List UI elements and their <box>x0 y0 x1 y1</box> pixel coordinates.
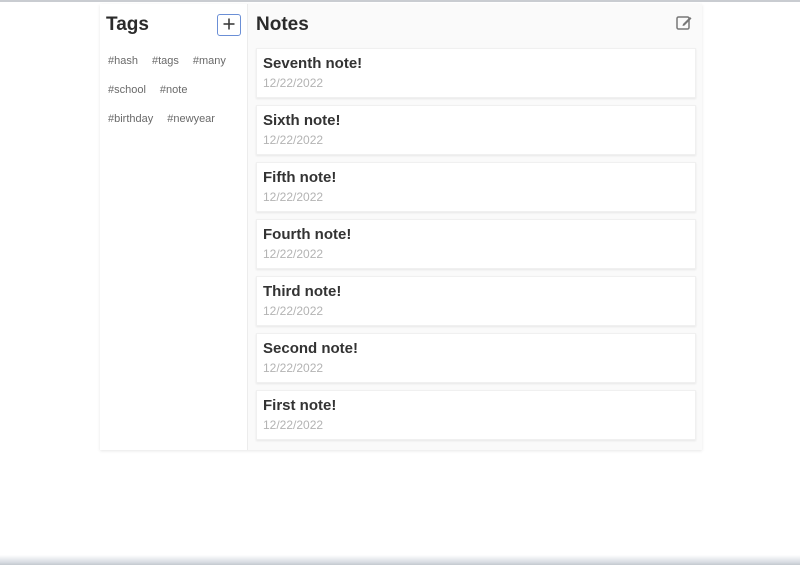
tag-school[interactable]: #school <box>108 83 146 98</box>
notes-title: Notes <box>256 14 309 35</box>
note-card[interactable]: Second note! 12/22/2022 <box>256 333 696 383</box>
note-card[interactable]: Seventh note! 12/22/2022 <box>256 48 696 98</box>
tag-newyear[interactable]: #newyear <box>167 112 215 127</box>
tag-birthday[interactable]: #birthday <box>108 112 153 127</box>
edit-icon <box>675 14 693 37</box>
tag-note[interactable]: #note <box>160 83 188 98</box>
note-card[interactable]: First note! 12/22/2022 <box>256 390 696 440</box>
note-title: Fourth note! <box>263 226 352 243</box>
new-note-button[interactable] <box>674 15 694 35</box>
note-title: Fifth note! <box>263 169 337 186</box>
tags-title: Tags <box>106 14 149 35</box>
notes-header: Notes <box>256 10 696 40</box>
note-card[interactable]: Fifth note! 12/22/2022 <box>256 162 696 212</box>
note-title: Third note! <box>263 283 342 300</box>
tags-sidebar: Tags #hash #tags #many #school #note #bi… <box>100 4 248 450</box>
tag-hash[interactable]: #hash <box>108 54 138 69</box>
note-date: 12/22/2022 <box>263 190 324 204</box>
note-title: Second note! <box>263 340 359 357</box>
note-card[interactable]: Sixth note! 12/22/2022 <box>256 105 696 155</box>
add-tag-button[interactable] <box>217 14 241 36</box>
tags-header: Tags <box>106 10 241 40</box>
window-bottom-edge <box>0 555 800 565</box>
note-date: 12/22/2022 <box>263 133 324 147</box>
plus-icon <box>222 17 236 34</box>
note-date: 12/22/2022 <box>263 304 324 318</box>
notes-list: Seventh note! 12/22/2022 Sixth note! 12/… <box>256 48 696 440</box>
note-date: 12/22/2022 <box>263 247 324 261</box>
note-date: 12/22/2022 <box>263 361 324 375</box>
note-title: First note! <box>263 397 337 414</box>
tags-list: #hash #tags #many #school #note #birthda… <box>106 40 226 127</box>
note-date: 12/22/2022 <box>263 76 324 90</box>
note-card[interactable]: Third note! 12/22/2022 <box>256 276 696 326</box>
notes-panel: Notes Seventh note! 12/22/2022 Sixth not… <box>248 4 702 450</box>
tag-many[interactable]: #many <box>193 54 226 69</box>
window-top-border <box>0 0 800 2</box>
note-title: Sixth note! <box>263 112 341 129</box>
tag-tags[interactable]: #tags <box>152 54 179 69</box>
note-title: Seventh note! <box>263 55 363 72</box>
note-date: 12/22/2022 <box>263 418 324 432</box>
notes-app: Tags #hash #tags #many #school #note #bi… <box>100 4 702 450</box>
note-card[interactable]: Fourth note! 12/22/2022 <box>256 219 696 269</box>
